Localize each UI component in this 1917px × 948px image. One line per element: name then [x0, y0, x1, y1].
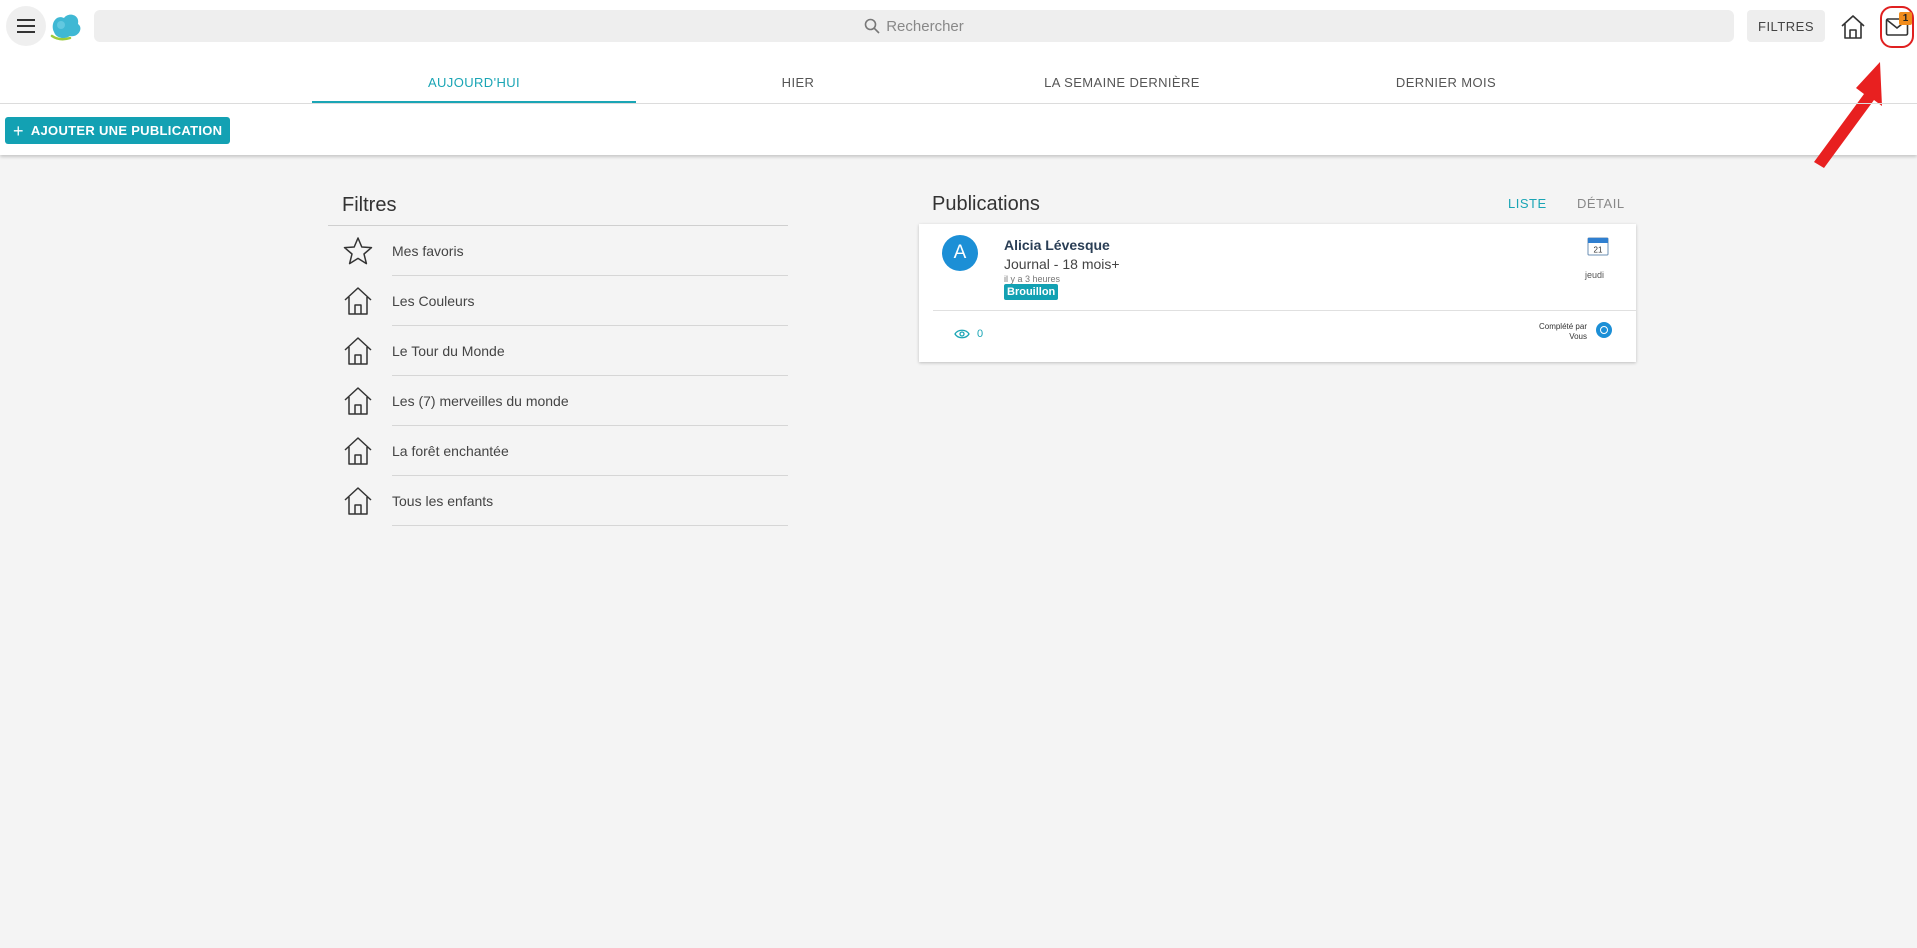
- avatar: A: [942, 235, 978, 271]
- star-icon: [343, 237, 373, 265]
- mail-badge: 1: [1899, 12, 1912, 25]
- tab-yesterday[interactable]: HIER: [636, 60, 960, 104]
- filter-item-enfants[interactable]: Tous les enfants: [340, 476, 788, 526]
- filter-list: Mes favoris Les Couleurs Le Tour du Mond…: [340, 226, 788, 526]
- view-count: 0: [977, 328, 984, 340]
- publications-title: Publications: [932, 193, 1040, 215]
- search-placeholder: Rechercher: [886, 17, 964, 35]
- time-ago: il y a 3 heures: [1004, 274, 1061, 284]
- filter-item-favorites[interactable]: Mes favoris: [340, 226, 788, 276]
- filter-label: Le Tour du Monde: [392, 343, 505, 359]
- menu-button[interactable]: [6, 6, 46, 46]
- completed-by-user: Vous: [1569, 332, 1587, 341]
- tabs-divider: [0, 103, 1917, 104]
- filter-item-merveilles[interactable]: Les (7) merveilles du monde: [340, 376, 788, 426]
- completed-by-label: Complété par: [1538, 322, 1587, 331]
- home-button[interactable]: [1836, 10, 1870, 44]
- filters-title: Filtres: [342, 194, 397, 216]
- mail-button[interactable]: 1: [1880, 6, 1914, 48]
- journal-type: Journal - 18 mois+: [1004, 256, 1120, 272]
- weekday-label: jeudi: [1585, 270, 1605, 280]
- logo-icon[interactable]: [48, 10, 84, 42]
- filter-item-foret[interactable]: La forêt enchantée: [340, 426, 788, 476]
- home-icon: [1841, 15, 1865, 39]
- filter-label: Les Couleurs: [392, 293, 475, 309]
- home-icon: [344, 287, 372, 315]
- home-icon: [344, 487, 372, 515]
- home-icon: [344, 387, 372, 415]
- plus-icon: +: [13, 120, 24, 141]
- search-icon: [864, 18, 880, 34]
- calendar-icon: 21: [1587, 237, 1609, 256]
- period-tabs: AUJOURD'HUI HIER LA SEMAINE DERNIÈRE DER…: [312, 60, 1612, 104]
- calendar-day: 21: [1594, 246, 1603, 255]
- filter-item-couleurs[interactable]: Les Couleurs: [340, 276, 788, 326]
- completer-avatar: [1596, 322, 1612, 338]
- home-icon: [344, 337, 372, 365]
- tab-last-month[interactable]: DERNIER MOIS: [1284, 60, 1608, 104]
- home-icon: [344, 437, 372, 465]
- publication-card[interactable]: A Alicia Lévesque Journal - 18 mois+ il …: [919, 224, 1636, 362]
- eye-icon: [954, 329, 970, 339]
- card-divider: [933, 310, 1636, 311]
- filters-button[interactable]: FILTRES: [1747, 10, 1825, 42]
- filter-label: Mes favoris: [392, 243, 464, 259]
- menu-icon: [17, 19, 35, 33]
- filter-label: Les (7) merveilles du monde: [392, 393, 569, 409]
- completed-by: Complété par Vous: [1517, 322, 1587, 342]
- add-publication-label: AJOUTER UNE PUBLICATION: [30, 123, 223, 138]
- arrow-icon: [1814, 62, 1882, 168]
- filter-label: Tous les enfants: [392, 493, 494, 509]
- status-badge: Brouillon: [1004, 284, 1059, 300]
- filter-divider: [392, 525, 788, 526]
- add-publication-button[interactable]: + AJOUTER UNE PUBLICATION: [5, 117, 231, 144]
- search-input[interactable]: Rechercher: [94, 10, 1734, 42]
- tab-last-week[interactable]: LA SEMAINE DERNIÈRE: [960, 60, 1284, 104]
- filter-item-tour-du-monde[interactable]: Le Tour du Monde: [340, 326, 788, 376]
- view-detail-toggle[interactable]: DÉTAIL: [1577, 196, 1625, 211]
- tab-today[interactable]: AUJOURD'HUI: [312, 60, 636, 104]
- filter-label: La forêt enchantée: [392, 443, 509, 459]
- author-name[interactable]: Alicia Lévesque: [1004, 237, 1110, 253]
- view-list-toggle[interactable]: LISTE: [1508, 196, 1547, 211]
- top-bar: Rechercher FILTRES 1 AUJOURD'HUI HIER LA…: [0, 0, 1917, 168]
